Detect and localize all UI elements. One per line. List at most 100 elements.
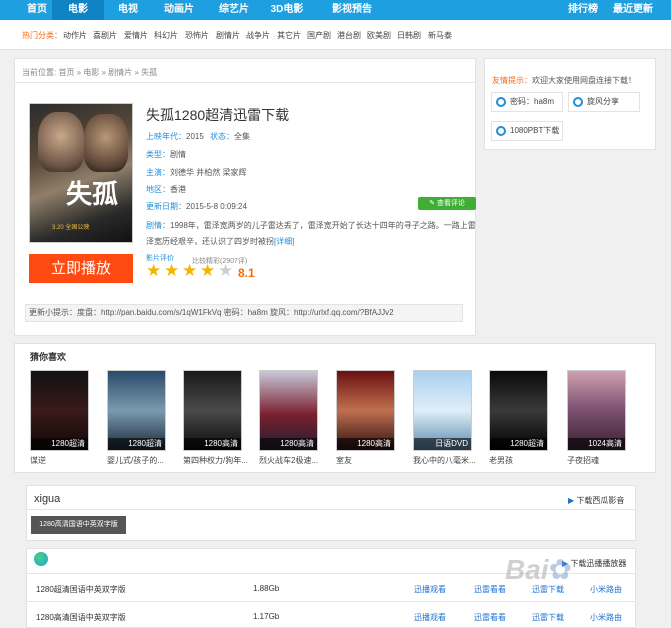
nav-recent[interactable]: 最近更新 xyxy=(606,0,660,20)
divider xyxy=(26,601,636,602)
share-label: 密码：ha8m xyxy=(510,97,555,106)
quality-badge: 1280高清 xyxy=(184,438,241,450)
recommend-caption[interactable]: 烈火战车2极速... xyxy=(259,455,331,466)
link-icon xyxy=(573,97,583,107)
recommend-thumbnail[interactable]: 1280高清 xyxy=(183,370,242,451)
quality-badge: 日语DVD xyxy=(414,438,471,450)
download-xigua-link[interactable]: ▶ 下载西瓜影音 xyxy=(568,495,624,506)
movie-title: 失孤1280超清迅雷下载 xyxy=(146,107,290,123)
recommend-caption[interactable]: 第四种权力/狗年... xyxy=(183,455,255,466)
category-item[interactable]: 战争片 xyxy=(246,30,270,41)
year-value: 2015 xyxy=(186,132,204,141)
recommend-caption[interactable]: 子夜招魂 xyxy=(567,455,639,466)
synopsis-label: 剧情： xyxy=(146,221,170,230)
recommend-caption[interactable]: 我心中的八毫米... xyxy=(413,455,485,466)
category-item[interactable]: 爱情片 xyxy=(124,30,148,41)
category-item[interactable]: 日韩剧 xyxy=(397,30,421,41)
recommend-caption[interactable]: 室友 xyxy=(336,455,408,466)
category-item[interactable]: 剧情片 xyxy=(216,30,240,41)
nav-trailer[interactable]: 影视预告 xyxy=(320,0,384,20)
cast-value[interactable]: 刘德华 井柏然 梁家辉 xyxy=(170,168,246,177)
recommend-thumbnail[interactable]: 1280超清 xyxy=(107,370,166,451)
category-item[interactable]: 国产剧 xyxy=(307,30,331,41)
star-icon[interactable]: ★ xyxy=(218,262,233,279)
play-icon: ▶ xyxy=(568,496,575,505)
category-item[interactable]: 其它片 xyxy=(277,30,301,41)
download-row-size: 1.17Gb xyxy=(253,612,280,621)
recommend-thumbnail[interactable]: 1280高清 xyxy=(336,370,395,451)
star-icon[interactable]: ★ xyxy=(164,262,179,279)
updated-value: 2015-5-8 0:09:24 xyxy=(186,202,247,211)
quality-badge: 1280高清 xyxy=(260,438,317,450)
nav-ranking[interactable]: 排行榜 xyxy=(562,0,604,20)
year-label: 上映年代： xyxy=(146,132,186,141)
poster-figure xyxy=(84,114,128,172)
quality-badge: 1024高清 xyxy=(568,438,625,450)
updated-label: 更新日期： xyxy=(146,202,186,211)
link-icon xyxy=(496,97,506,107)
poster-title: 失孤 xyxy=(66,180,119,210)
category-item[interactable]: 喜剧片 xyxy=(93,30,117,41)
xunlei-watch-link[interactable]: 迅雷看看 xyxy=(474,612,506,623)
recommend-title: 猜你喜欢 xyxy=(30,352,67,362)
synopsis: 剧情：1998年，雷泽宽两岁的儿子雷达丢了，雷泽宽开始了长达十四年的寻子之路。一… xyxy=(146,218,476,250)
region-label: 地区： xyxy=(146,185,170,194)
share-bt[interactable]: 1080PBT下载 xyxy=(491,121,563,141)
share-xuanfeng[interactable]: 旋风分享 xyxy=(568,92,640,112)
star-icon[interactable]: ★ xyxy=(182,262,197,279)
play-button[interactable]: 立即播放 xyxy=(29,254,133,283)
quality-badge: 1280超清 xyxy=(108,438,165,450)
category-item[interactable]: 欧美剧 xyxy=(367,30,391,41)
recommend-thumbnail[interactable]: 1280超清 xyxy=(30,370,89,451)
recommend-caption[interactable]: 谋逆 xyxy=(30,455,102,466)
player-logo-icon xyxy=(34,552,48,566)
download-version-tag[interactable]: 1280高清国语中英双字版 xyxy=(31,516,126,534)
nav-movie[interactable]: 电影 xyxy=(52,0,104,20)
view-comments-button[interactable]: ✎ 查看评论 xyxy=(418,197,476,210)
category-item[interactable]: 港台剧 xyxy=(337,30,361,41)
recommend-thumbnail[interactable]: 日语DVD xyxy=(413,370,472,451)
region-value: 香港 xyxy=(170,185,186,194)
synopsis-detail-link[interactable]: [详细] xyxy=(274,237,294,246)
recommend-thumbnail[interactable]: 1280超清 xyxy=(489,370,548,451)
genre-value[interactable]: 剧情 xyxy=(170,150,186,159)
update-tip: 更新小提示：度盘：http://pan.baidu.com/s/1qW1FkVq… xyxy=(25,304,463,322)
download-row-size: 1.88Gb xyxy=(253,584,280,593)
category-item[interactable]: 恐怖片 xyxy=(185,30,209,41)
recommend-caption[interactable]: 老男孩 xyxy=(489,455,561,466)
nav-anime[interactable]: 动画片 xyxy=(152,0,206,20)
mi-router-link[interactable]: 小米路由 xyxy=(590,584,622,595)
category-item[interactable]: 新马泰 xyxy=(428,30,452,41)
poster-date: 3.20 全国公映 xyxy=(52,225,90,231)
synopsis-text: 1998年，雷泽宽两岁的儿子雷达丢了，雷泽宽开始了长达十四年的寻子之路。一路上雷… xyxy=(146,221,476,246)
breadcrumb: 当前位置: 首页 » 电影 » 剧情片 » 失孤 xyxy=(22,68,158,77)
recommend-thumbnail[interactable]: 1024高清 xyxy=(567,370,626,451)
comment-icon: ✎ xyxy=(429,200,435,207)
xunlei-download-link[interactable]: 迅雷下载 xyxy=(532,612,564,623)
top-nav: 首页 电影 电视 动画片 综艺片 3D电影 影视预告 排行榜 最近更新 xyxy=(0,0,671,20)
movie-poster[interactable]: 失孤 3.20 全国公映 xyxy=(29,103,133,243)
nav-variety[interactable]: 综艺片 xyxy=(206,0,262,20)
star-icon[interactable]: ★ xyxy=(146,262,161,279)
category-item[interactable]: 动作片 xyxy=(63,30,87,41)
share-label: 1080PBT下载 xyxy=(510,126,560,135)
region-field: 地区：香港 xyxy=(146,184,186,195)
recommend-thumbnail[interactable]: 1280高清 xyxy=(259,370,318,451)
nav-3d[interactable]: 3D电影 xyxy=(262,0,312,20)
poster-figure xyxy=(38,112,84,172)
share-password[interactable]: 密码：ha8m xyxy=(491,92,563,112)
category-bar: 热门分类： 动作片 喜剧片 爱情片 科幻片 恐怖片 剧情片 战争片 其它片 国产… xyxy=(0,20,671,50)
nav-tv[interactable]: 电视 xyxy=(104,0,152,20)
genre-label: 类型： xyxy=(146,150,170,159)
xunbo-watch-link[interactable]: 迅播观看 xyxy=(414,612,446,623)
xunbo-watch-link[interactable]: 迅播观看 xyxy=(414,584,446,595)
star-icon[interactable]: ★ xyxy=(200,262,215,279)
category-item[interactable]: 科幻片 xyxy=(154,30,178,41)
view-comments-label: 查看评论 xyxy=(436,200,465,207)
xunlei-watch-link[interactable]: 迅雷看看 xyxy=(474,584,506,595)
recommend-caption[interactable]: 婴儿式/孩子的... xyxy=(107,455,179,466)
mi-router-link[interactable]: 小米路由 xyxy=(590,612,622,623)
category-label: 热门分类： xyxy=(22,31,62,40)
watermark-logo: Bai✿ xyxy=(505,554,573,585)
download-section-title: xigua xyxy=(34,493,61,505)
